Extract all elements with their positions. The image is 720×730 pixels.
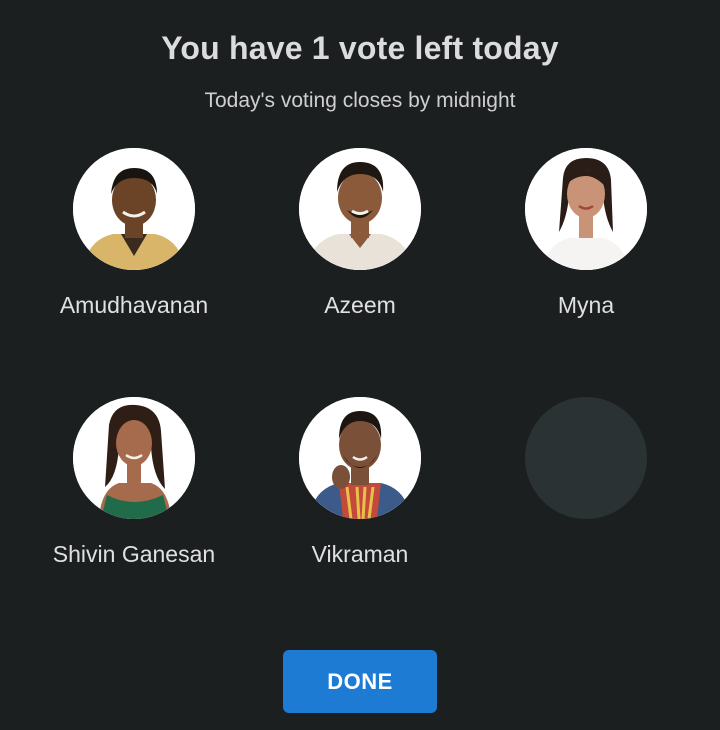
contestant-photo-vikraman[interactable]	[299, 397, 421, 519]
contestant-photo-amudhavanan[interactable]	[73, 148, 195, 270]
contestant-name: Myna	[557, 292, 615, 318]
contestant-card-shivin-ganesan[interactable]: Shivin Ganesan	[24, 397, 244, 568]
done-button[interactable]: DONE	[283, 650, 437, 713]
contestant-name: Azeem	[324, 292, 396, 318]
contestant-card-azeem[interactable]: Azeem	[250, 148, 470, 319]
empty-avatar-placeholder	[525, 397, 647, 519]
empty-slot	[476, 397, 696, 519]
person-avatar-icon	[525, 148, 647, 270]
contestant-photo-shivin-ganesan[interactable]	[73, 397, 195, 519]
contestant-photo-azeem[interactable]	[299, 148, 421, 270]
contestant-name: Shivin Ganesan	[52, 541, 216, 567]
contestant-photo-myna[interactable]	[525, 148, 647, 270]
contestant-name: Vikraman	[311, 541, 409, 567]
contestant-card-myna[interactable]: Myna	[476, 148, 696, 319]
person-avatar-icon	[299, 397, 421, 519]
person-avatar-icon	[73, 148, 195, 270]
contestant-card-amudhavanan[interactable]: Amudhavanan	[24, 148, 244, 319]
contestant-grid: Amudhavanan Azeem Myna Shivin Ganesan Vi…	[0, 0, 720, 730]
contestant-card-vikraman[interactable]: Vikraman	[250, 397, 470, 568]
person-avatar-icon	[299, 148, 421, 270]
contestant-name: Amudhavanan	[59, 292, 209, 318]
person-avatar-icon	[73, 397, 195, 519]
